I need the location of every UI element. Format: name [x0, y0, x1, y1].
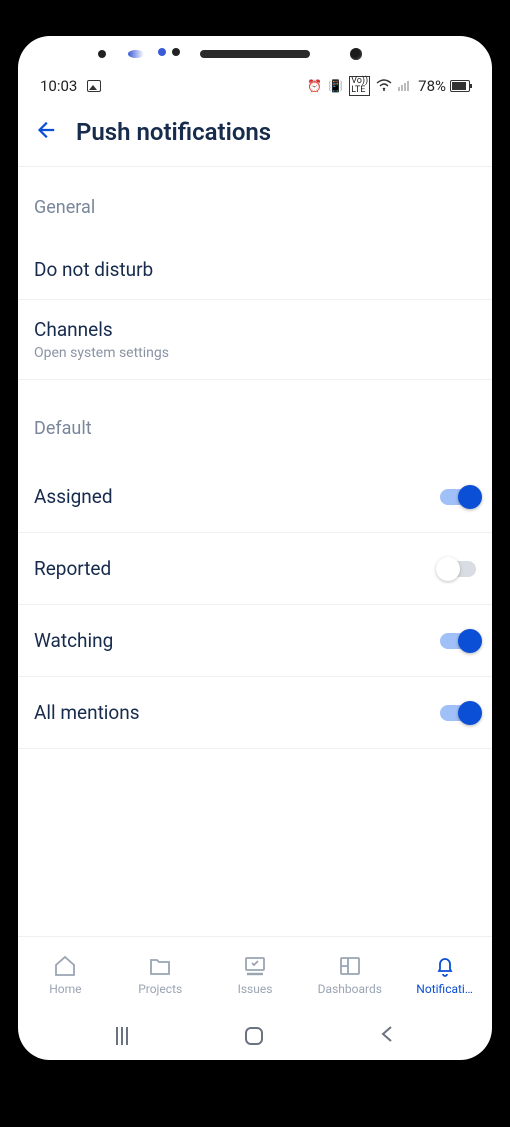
folder-icon — [148, 954, 172, 978]
toggle-watching[interactable] — [440, 633, 476, 649]
bottom-nav: Home Projects Issues Dashboards Notifica… — [18, 936, 492, 1012]
row-label: Reported — [34, 557, 111, 580]
phone-frame: 10:03 ⏰ 📳 Vo))LTE 78% — [0, 18, 510, 1078]
vibrate-icon: 📳 — [328, 79, 343, 93]
android-recent-button[interactable] — [116, 1027, 128, 1045]
nav-issues[interactable]: Issues — [208, 954, 303, 996]
nav-label: Dashboards — [318, 982, 382, 996]
status-time: 10:03 — [40, 77, 77, 95]
battery-pct: 78% — [418, 77, 446, 95]
wifi-icon — [376, 79, 392, 94]
android-home-button[interactable] — [245, 1027, 263, 1045]
bell-icon — [433, 954, 457, 978]
nav-label: Issues — [238, 982, 273, 996]
volte-icon: Vo))LTE — [349, 76, 370, 96]
nav-label: Notificati… — [416, 982, 473, 996]
screen: 10:03 ⏰ 📳 Vo))LTE 78% — [18, 36, 492, 1060]
section-label-general: General — [18, 197, 492, 240]
issues-icon — [243, 954, 267, 978]
nav-home[interactable]: Home — [18, 954, 113, 996]
dashboard-icon — [338, 954, 362, 978]
back-button[interactable] — [34, 119, 56, 145]
row-label: Assigned — [34, 485, 113, 508]
row-subtitle: Open system settings — [34, 345, 169, 361]
toggle-all-mentions[interactable] — [440, 705, 476, 721]
section-label-default: Default — [18, 418, 492, 461]
battery-icon — [450, 80, 470, 92]
nav-dashboards[interactable]: Dashboards — [302, 954, 397, 996]
nav-label: Home — [49, 982, 81, 996]
android-back-button[interactable] — [380, 1025, 394, 1047]
row-reported[interactable]: Reported — [18, 533, 492, 605]
row-assigned[interactable]: Assigned — [18, 461, 492, 533]
row-label: Watching — [34, 629, 113, 652]
status-bar: 10:03 ⏰ 📳 Vo))LTE 78% — [18, 72, 492, 100]
android-nav-bar — [18, 1012, 492, 1060]
settings-content[interactable]: General Do not disturb Channels Open sys… — [18, 167, 492, 936]
alarm-icon: ⏰ — [307, 79, 322, 93]
nav-label: Projects — [138, 982, 182, 996]
page-header: Push notifications — [18, 100, 492, 167]
home-icon — [53, 954, 77, 978]
row-do-not-disturb[interactable]: Do not disturb — [18, 240, 492, 300]
page-title: Push notifications — [76, 118, 271, 146]
nav-notifications[interactable]: Notificati… — [397, 954, 492, 996]
row-label: All mentions — [34, 701, 140, 724]
row-channels[interactable]: Channels Open system settings — [18, 300, 492, 380]
row-label: Do not disturb — [34, 258, 153, 281]
nav-projects[interactable]: Projects — [113, 954, 208, 996]
picture-icon — [87, 80, 101, 92]
signal-icon — [398, 79, 412, 94]
toggle-reported[interactable] — [440, 561, 476, 577]
device-hardware-top — [18, 36, 492, 72]
row-label: Channels — [34, 318, 169, 341]
row-watching[interactable]: Watching — [18, 605, 492, 677]
toggle-assigned[interactable] — [440, 489, 476, 505]
row-all-mentions[interactable]: All mentions — [18, 677, 492, 749]
